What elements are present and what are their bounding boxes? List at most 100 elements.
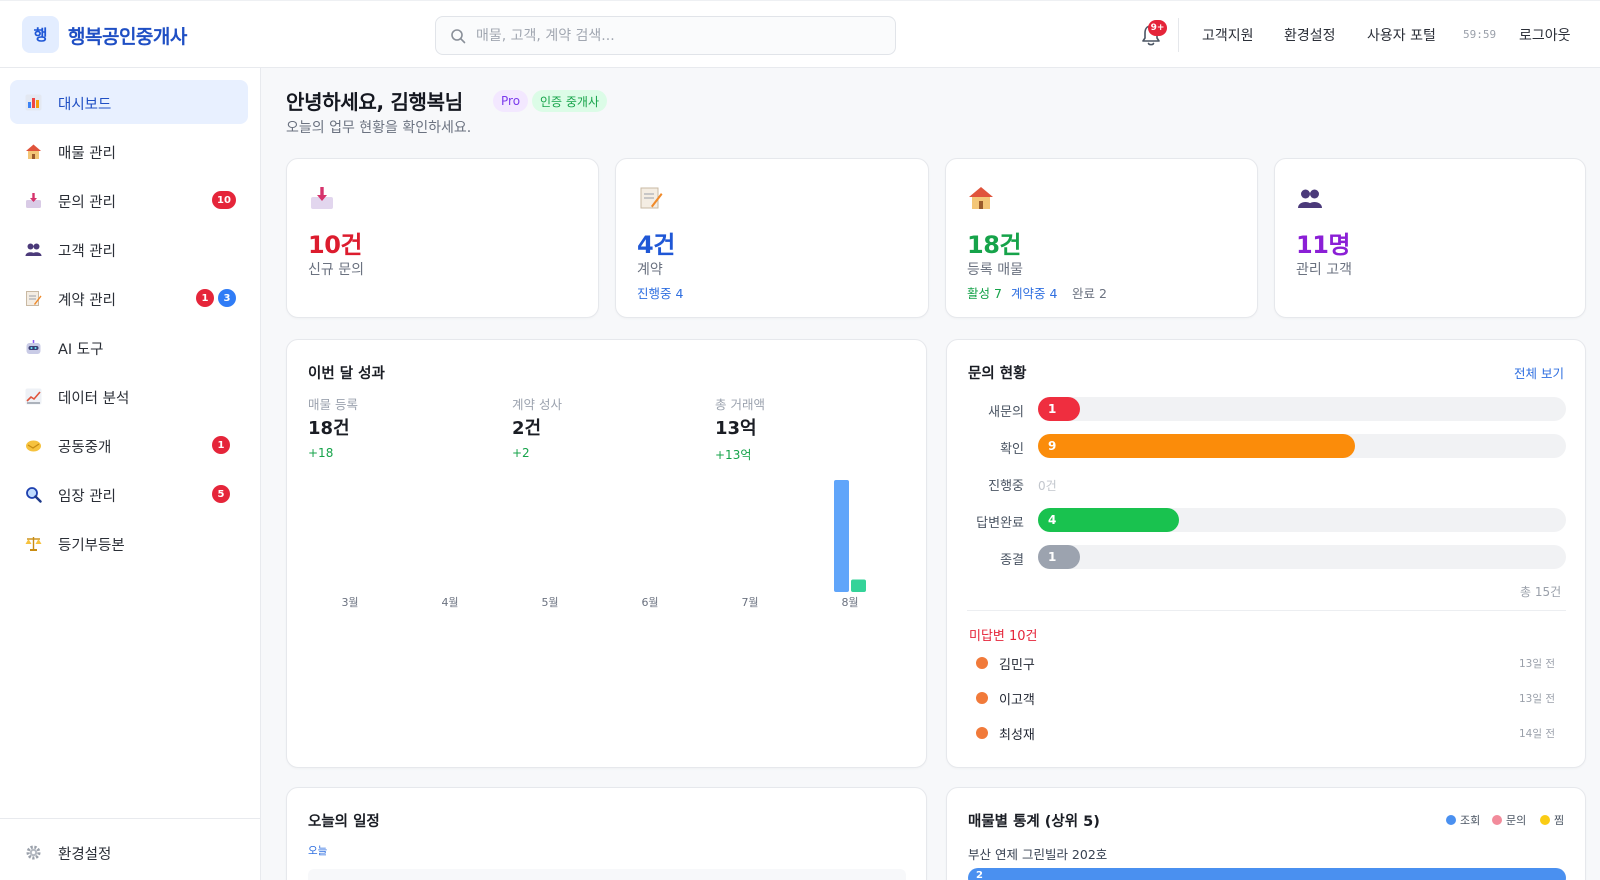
sidebar-item-settings[interactable]: 환경설정 — [10, 830, 248, 874]
inquiry-total: 총 15건 — [1520, 585, 1562, 599]
search-input[interactable] — [476, 17, 886, 54]
legend-dot-favorites — [1540, 815, 1550, 825]
legend-label: 문의 — [1506, 814, 1527, 827]
stat-card-inquiries[interactable]: 10건 신규 문의 — [286, 158, 599, 318]
stat-value: 10건 — [308, 231, 362, 259]
memo-icon — [26, 291, 42, 306]
status-label-new: 새문의 — [988, 405, 1024, 420]
status-count: 1 — [1048, 402, 1057, 416]
inquiry-count-badge: 10 — [212, 191, 236, 209]
certified-badge: 인증 중개사 — [532, 90, 608, 112]
house-icon — [969, 187, 993, 209]
sidebar-item-label: 문의 관리 — [58, 195, 116, 211]
sidebar-item-inquiries[interactable]: 문의 관리 10 — [10, 178, 248, 222]
legend-label: 조회 — [1460, 814, 1481, 827]
legend-dot-inquiries — [1492, 815, 1502, 825]
card-title: 오늘의 일정 — [308, 814, 380, 830]
legend-label: 찜 — [1554, 814, 1565, 827]
sidebar-item-label: 계약 관리 — [58, 293, 116, 309]
status-count: 4 — [1048, 513, 1057, 527]
sidebar-item-analytics[interactable]: 데이터 분석 — [10, 374, 248, 418]
status-bar-answered[interactable]: 4 — [1038, 508, 1179, 532]
divider — [1178, 18, 1179, 52]
stat-card-customers[interactable]: 11명 관리 고객 — [1274, 158, 1586, 318]
unanswered-item-name[interactable]: 이고객 — [999, 689, 1035, 708]
sidebar-item-label: 임장 관리 — [58, 489, 116, 505]
stat-card-listings[interactable]: 18건 등록 매물 활성 7 계약중 4 완료 2 — [945, 158, 1258, 318]
unanswered-item-name[interactable]: 최성재 — [999, 724, 1035, 743]
status-label-checked: 확인 — [1000, 442, 1024, 457]
sidebar-item-dashboard[interactable]: 대시보드 — [10, 80, 248, 124]
sidebar-item-registry[interactable]: 등기부등본 — [10, 521, 248, 565]
status-bar-checked[interactable]: 9 — [1038, 434, 1355, 458]
divider — [967, 610, 1566, 611]
card-title: 매물별 통계 (상위 5) — [968, 814, 1100, 830]
status-track-checked: 9 — [1038, 434, 1566, 458]
notification-badge: 9+ — [1148, 20, 1167, 36]
stat-sub-active: 활성 7 — [967, 286, 1002, 301]
sidebar-item-co-brokerage[interactable]: 공동중개 1 — [10, 423, 248, 467]
sidebar-item-label: 공동중개 — [58, 440, 112, 456]
status-label-closed: 종결 — [1000, 553, 1024, 568]
unanswered-item-name[interactable]: 김민구 — [999, 654, 1035, 673]
stat-value: 11명 — [1296, 231, 1350, 259]
x-tick-label: 8월 — [841, 596, 859, 609]
sidebar-item-label: AI 도구 — [58, 342, 104, 358]
kpi-value: 13억 — [715, 418, 757, 439]
support-link[interactable]: 고객지원 — [1202, 25, 1254, 45]
unanswered-item-time: 13일 전 — [1518, 658, 1555, 670]
x-tick-label: 5월 — [541, 596, 559, 609]
sidebar-item-site-visits[interactable]: 임장 관리 5 — [10, 472, 248, 516]
status-dot — [976, 727, 988, 739]
sidebar-item-customers[interactable]: 고객 관리 — [10, 227, 248, 271]
status-track-answered: 4 — [1038, 508, 1566, 532]
sidebar-item-properties[interactable]: 매물 관리 — [10, 129, 248, 173]
status-bar-new[interactable]: 1 — [1038, 397, 1080, 421]
magnifier-icon — [26, 487, 42, 503]
unanswered-title: 미답변 10건 — [969, 629, 1038, 644]
search-icon — [451, 29, 466, 44]
inbox-icon — [311, 187, 333, 209]
property-views-value: 2 — [976, 870, 983, 880]
kpi-label: 계약 성사 — [512, 397, 562, 412]
robot-icon — [26, 340, 41, 354]
settings-link[interactable]: 환경설정 — [1284, 25, 1336, 45]
sidebar-item-label: 등기부등본 — [58, 538, 125, 554]
contract-badge-red: 1 — [196, 289, 214, 307]
sidebar-item-ai-tools[interactable]: AI 도구 — [10, 325, 248, 369]
users-icon — [1298, 189, 1322, 208]
stat-label: 계약 — [637, 262, 663, 278]
sidebar: 대시보드 매물 관리 문의 관리 10 고객 관리 계약 관리 1 3 AI 도… — [0, 68, 261, 880]
sidebar-item-label: 환경설정 — [58, 847, 112, 863]
search-box[interactable] — [435, 16, 896, 55]
unanswered-item-time: 13일 전 — [1518, 693, 1555, 705]
stat-sub-in-progress: 진행중 4 — [637, 286, 684, 301]
legend-dot-views — [1446, 815, 1456, 825]
property-name[interactable]: 부산 연제 그린빌라 202호 — [968, 844, 1107, 863]
user-portal-link[interactable]: 사용자 포털 — [1367, 25, 1436, 45]
chart-bar[interactable] — [851, 579, 866, 592]
inbox-icon — [26, 193, 41, 208]
property-views-bar: 2 — [968, 868, 1566, 880]
property-stats-card: 매물별 통계 (상위 5) 부산 연제 그린빌라 202호 2 — [946, 787, 1586, 880]
logout-link[interactable]: 로그아웃 — [1519, 25, 1571, 45]
chart-bar[interactable] — [834, 480, 849, 592]
card-title: 이번 달 성과 — [308, 366, 385, 382]
stat-card-contracts[interactable]: 4건 계약 진행중 4 — [615, 158, 929, 318]
status-bar-closed[interactable]: 1 — [1038, 545, 1080, 569]
sidebar-item-contracts[interactable]: 계약 관리 1 3 — [10, 276, 248, 320]
logo-mark[interactable]: 행 — [22, 16, 59, 53]
house-icon — [26, 144, 41, 159]
kpi-delta: +18 — [308, 446, 334, 460]
scales-icon — [25, 537, 42, 551]
kpi-label: 매물 등록 — [308, 397, 358, 412]
site-visit-badge: 5 — [212, 485, 230, 503]
schedule-item[interactable] — [308, 869, 906, 880]
sidebar-item-label: 매물 관리 — [58, 146, 116, 162]
stat-sub-completed: 완료 2 — [1072, 286, 1107, 301]
bar-chart-icon — [25, 94, 42, 111]
x-tick-label: 6월 — [641, 596, 659, 609]
brand-name[interactable]: 행복공인중개사 — [68, 22, 187, 49]
sidebar-item-label: 고객 관리 — [58, 244, 116, 260]
view-all-link[interactable]: 전체 보기 — [1514, 363, 1564, 382]
